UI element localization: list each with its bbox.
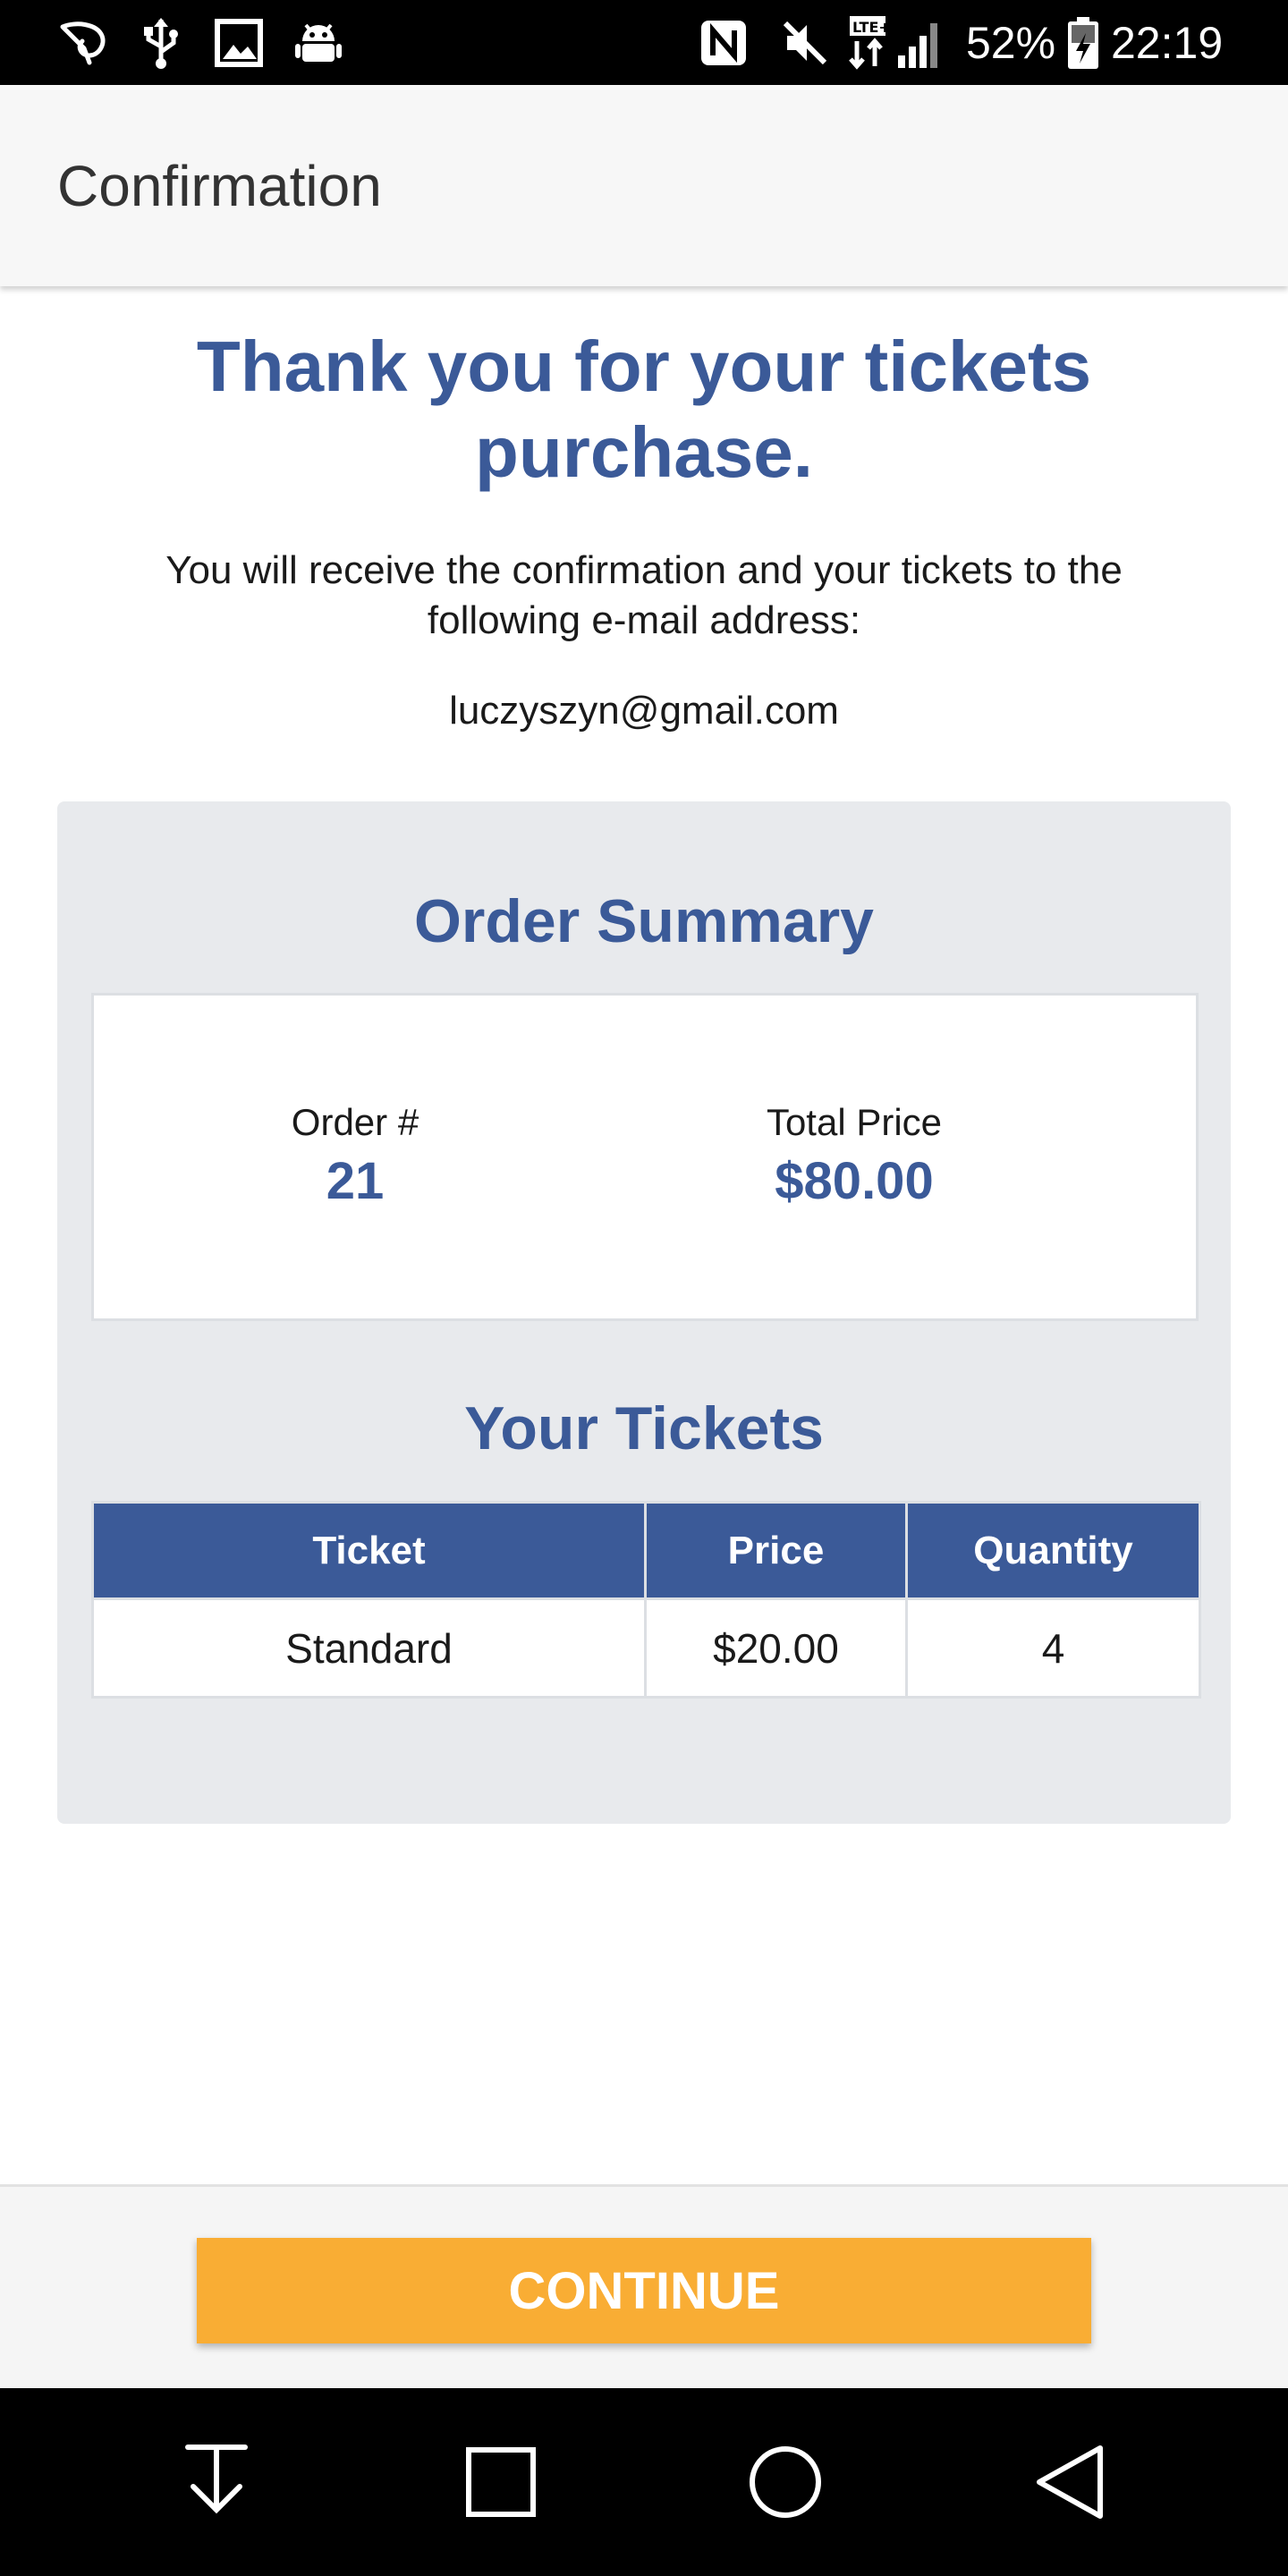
nfc-icon [698, 0, 750, 85]
email-address: luczyszyn@gmail.com [449, 689, 839, 733]
mute-icon [780, 0, 830, 85]
leaf-outline-icon [55, 0, 109, 85]
total-price-value: $80.00 [775, 1152, 934, 1210]
ticket-quantity-cell: 4 [905, 1597, 1201, 1699]
battery-percent: 52% [966, 17, 1056, 68]
ticket-type-cell: Standard [91, 1597, 647, 1699]
page-title: Confirmation [57, 153, 382, 218]
order-number-block: Order # 21 [167, 1101, 543, 1211]
column-header-ticket: Ticket [91, 1501, 647, 1600]
download-arrow-icon[interactable] [127, 2388, 306, 2576]
column-header-quantity: Quantity [905, 1501, 1201, 1600]
total-price-block: Total Price $80.00 [666, 1101, 1042, 1211]
lte-icon: LTE+ [844, 0, 948, 85]
bottom-action-bar: CONTINUE [0, 2184, 1288, 2388]
system-nav-bar [0, 2388, 1288, 2576]
table-header-row: Ticket Price Quantity [91, 1501, 1201, 1600]
back-triangle-icon[interactable] [980, 2388, 1159, 2576]
order-summary-title: Order Summary [414, 887, 874, 955]
tickets-table: Ticket Price Quantity Standard $20.00 4 [91, 1501, 1201, 1699]
order-summary-card: Order # 21 Total Price $80.00 [91, 993, 1199, 1321]
usb-icon [136, 0, 186, 85]
battery-charging-icon [1063, 0, 1104, 85]
order-number-label: Order # [291, 1101, 419, 1143]
order-summary-panel: Order Summary Order # 21 Total Price $80… [57, 801, 1231, 1824]
status-bar: LTE+ 52% 22:19 [0, 0, 1288, 85]
svg-text:LTE+: LTE+ [852, 19, 891, 36]
thank-you-heading: Thank you for your tickets purchase. [196, 326, 1092, 492]
confirmation-message: You will receive the confirmation and yo… [165, 548, 1123, 642]
app-bar: Confirmation [0, 85, 1288, 286]
your-tickets-title: Your Tickets [464, 1394, 824, 1462]
continue-button[interactable]: CONTINUE [197, 2238, 1091, 2343]
image-icon [213, 0, 265, 85]
recents-square-icon[interactable] [411, 2388, 590, 2576]
home-circle-icon[interactable] [696, 2388, 875, 2576]
android-icon [292, 0, 345, 85]
ticket-price-cell: $20.00 [644, 1597, 908, 1699]
column-header-price: Price [644, 1501, 908, 1600]
order-number-value: 21 [326, 1152, 385, 1210]
total-price-label: Total Price [766, 1101, 943, 1143]
clock: 22:19 [1111, 17, 1224, 68]
table-row: Standard $20.00 4 [91, 1597, 1201, 1699]
